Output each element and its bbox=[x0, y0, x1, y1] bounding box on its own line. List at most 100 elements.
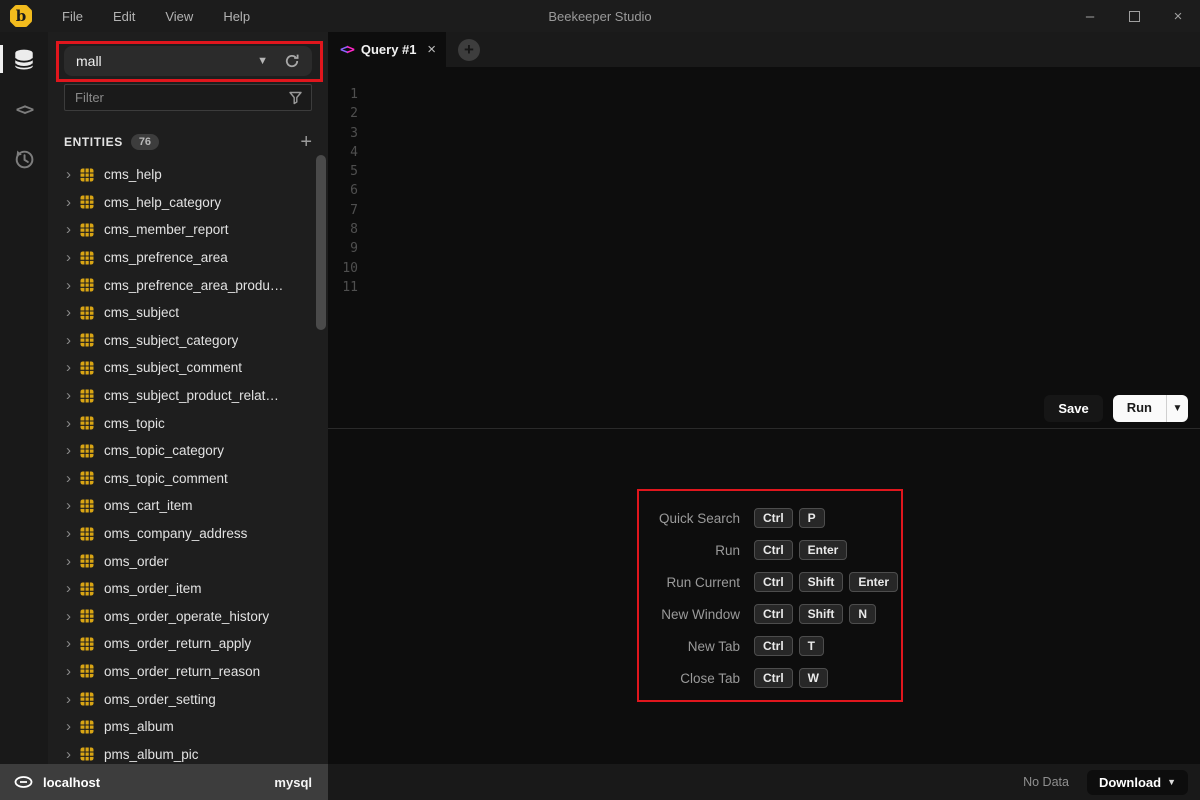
entity-name: oms_order_item bbox=[104, 581, 202, 597]
table-icon bbox=[80, 389, 94, 403]
entity-row[interactable]: › cms_topic bbox=[48, 409, 328, 437]
chevron-right-icon: › bbox=[66, 718, 71, 736]
menu-view[interactable]: View bbox=[165, 9, 193, 24]
entity-row[interactable]: › pms_album bbox=[48, 713, 328, 741]
database-icon bbox=[14, 49, 34, 70]
table-icon bbox=[80, 444, 94, 458]
entity-name: pms_album_pic bbox=[104, 746, 199, 762]
entity-row[interactable]: › cms_subject bbox=[48, 299, 328, 327]
shortcut-hints: Quick Search Ctrl P Run Ctrl Enter Run Cur… bbox=[650, 502, 899, 694]
tab-query-1[interactable]: <> Query #1 × bbox=[328, 32, 446, 67]
connection-status[interactable]: localhost mysql bbox=[0, 764, 328, 800]
chevron-right-icon: › bbox=[66, 193, 71, 211]
menu-help[interactable]: Help bbox=[223, 9, 250, 24]
entity-row[interactable]: › oms_order bbox=[48, 547, 328, 575]
table-icon bbox=[80, 361, 94, 375]
entity-row[interactable]: › oms_company_address bbox=[48, 520, 328, 548]
menu-edit[interactable]: Edit bbox=[113, 9, 135, 24]
line-number: 9 bbox=[350, 241, 358, 257]
entity-row[interactable]: › cms_topic_category bbox=[48, 437, 328, 465]
entity-name: cms_subject_comment bbox=[104, 360, 243, 376]
link-icon bbox=[14, 776, 33, 788]
entity-row[interactable]: › cms_help_category bbox=[48, 189, 328, 217]
key-chip: Ctrl bbox=[754, 668, 793, 688]
connection-driver: mysql bbox=[274, 774, 312, 790]
key-chip: T bbox=[798, 636, 825, 656]
entity-row[interactable]: › cms_prefrence_area bbox=[48, 244, 328, 272]
entity-row[interactable]: › pms_album_pic bbox=[48, 740, 328, 764]
entity-name: cms_subject bbox=[104, 305, 180, 321]
maximize-button[interactable] bbox=[1112, 0, 1156, 32]
entity-row[interactable]: › oms_order_item bbox=[48, 575, 328, 603]
menu-file[interactable]: File bbox=[62, 9, 83, 24]
chevron-right-icon: › bbox=[66, 442, 71, 460]
save-button[interactable]: Save bbox=[1044, 394, 1103, 422]
entity-row[interactable]: › cms_subject_product_relat… bbox=[48, 382, 328, 410]
new-tab-button[interactable]: + bbox=[458, 38, 480, 61]
filter-funnel-icon[interactable] bbox=[288, 90, 303, 105]
add-entity-button[interactable]: + bbox=[300, 132, 312, 152]
minimize-button[interactable]: – bbox=[1068, 0, 1112, 32]
tab-bar: <> Query #1 × + bbox=[328, 32, 1200, 67]
entity-row[interactable]: › oms_order_return_apply bbox=[48, 630, 328, 658]
entity-row[interactable]: › cms_member_report bbox=[48, 216, 328, 244]
table-icon bbox=[80, 416, 94, 430]
tab-close-icon[interactable]: × bbox=[427, 41, 436, 58]
line-number: 6 bbox=[350, 183, 358, 199]
query-tab-icon: <> bbox=[340, 41, 355, 58]
entity-row[interactable]: › cms_subject_category bbox=[48, 327, 328, 355]
shortcut-row: Close Tab Ctrl W bbox=[650, 662, 898, 694]
result-status-bar: No Data Download ▼ bbox=[328, 764, 1200, 800]
entity-name: oms_company_address bbox=[104, 526, 248, 542]
refresh-button[interactable] bbox=[284, 53, 300, 69]
table-icon bbox=[80, 278, 94, 292]
entity-row[interactable]: › cms_help bbox=[48, 161, 328, 189]
table-icon bbox=[80, 251, 94, 265]
download-button[interactable]: Download ▼ bbox=[1086, 769, 1188, 795]
entity-row[interactable]: › oms_order_setting bbox=[48, 685, 328, 713]
chevron-down-icon: ▼ bbox=[1167, 777, 1176, 787]
history-pane-button[interactable] bbox=[0, 144, 48, 174]
chevron-right-icon: › bbox=[66, 249, 71, 267]
line-number: 7 bbox=[350, 202, 358, 218]
entity-name: oms_order_setting bbox=[104, 691, 216, 707]
entity-name: cms_prefrence_area bbox=[104, 250, 228, 266]
entity-row[interactable]: › oms_order_operate_history bbox=[48, 603, 328, 631]
table-icon bbox=[80, 223, 94, 237]
entity-row[interactable]: › oms_cart_item bbox=[48, 492, 328, 520]
entity-row[interactable]: › cms_topic_comment bbox=[48, 465, 328, 493]
database-pane-button[interactable] bbox=[0, 45, 48, 75]
line-number: 1 bbox=[350, 87, 358, 102]
chevron-right-icon: › bbox=[66, 580, 71, 598]
entity-name: cms_topic_comment bbox=[104, 470, 228, 486]
close-button[interactable]: × bbox=[1156, 0, 1200, 32]
entity-name: cms_help_category bbox=[104, 194, 222, 210]
chevron-right-icon: › bbox=[66, 552, 71, 570]
entity-name: cms_prefrence_area_produ… bbox=[104, 277, 284, 293]
filter-input[interactable] bbox=[75, 90, 288, 105]
chevron-right-icon: › bbox=[66, 166, 71, 184]
query-editor[interactable]: 1 2 3 4 5 6 7 8 9 10 11 bbox=[328, 67, 1200, 388]
shortcut-label: Close Tab bbox=[680, 670, 740, 686]
database-select[interactable]: mall ▼ bbox=[64, 46, 312, 76]
run-options-button[interactable]: ▼ bbox=[1166, 394, 1188, 422]
line-number: 10 bbox=[342, 260, 358, 276]
shortcut-row: New Window Ctrl Shift N bbox=[650, 598, 898, 630]
query-editor-pane[interactable]: 1 2 3 4 5 6 7 8 9 10 11 Save Run ▼ bbox=[328, 67, 1200, 429]
entity-row[interactable]: › cms_subject_comment bbox=[48, 354, 328, 382]
entity-row[interactable]: › cms_prefrence_area_produ… bbox=[48, 271, 328, 299]
queries-pane-button[interactable]: <> bbox=[0, 95, 48, 125]
shortcut-label: New Window bbox=[661, 606, 740, 622]
line-number-gutter: 1 2 3 4 5 6 7 8 9 10 11 bbox=[328, 67, 358, 388]
table-icon bbox=[80, 637, 94, 651]
chevron-right-icon: › bbox=[66, 387, 71, 405]
filter-box bbox=[64, 84, 312, 111]
shortcut-row: Quick Search Ctrl P bbox=[650, 502, 898, 534]
sidebar-scrollbar-thumb[interactable] bbox=[316, 155, 326, 330]
chevron-right-icon: › bbox=[66, 469, 71, 487]
run-button[interactable]: Run bbox=[1113, 395, 1166, 422]
entity-row[interactable]: › oms_order_return_reason bbox=[48, 658, 328, 686]
chevron-right-icon: › bbox=[66, 221, 71, 239]
result-status: No Data bbox=[1023, 775, 1069, 789]
table-icon bbox=[80, 664, 94, 678]
